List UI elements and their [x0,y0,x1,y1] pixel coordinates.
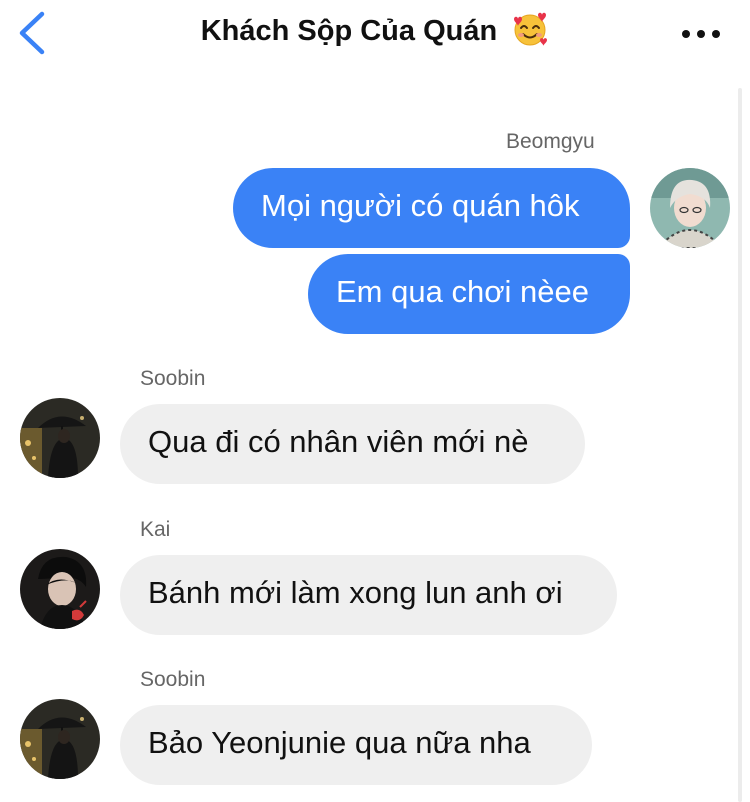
chat-title: Khách Sộp Của Quán [200,15,498,47]
sender-name: Kai [140,518,171,541]
more-dot [682,30,690,38]
avatar-beomgyu[interactable] [650,168,730,248]
more-dot [712,30,720,38]
chat-header: Khách Sộp Của Quán [0,0,750,76]
scrollbar[interactable] [738,88,742,802]
beomgyu-avatar [650,168,730,248]
message-bubble[interactable]: Mọi người có quán hôk [233,168,630,248]
avatar-soobin[interactable] [20,398,100,478]
message-bubble[interactable]: Bánh mới làm xong lun anh ơi [120,555,617,635]
message-bubble[interactable]: Em qua chơi nèee [308,254,630,334]
kai-avatar [20,549,100,629]
chat-title-row[interactable]: Khách Sộp Của Quán [0,13,750,48]
soobin-avatar [20,398,100,478]
avatar-kai[interactable] [20,549,100,629]
sender-name: Soobin [140,367,206,390]
more-button[interactable] [680,24,722,44]
message-bubble[interactable]: Bảo Yeonjunie qua nữa nha [120,705,592,785]
avatar-soobin[interactable] [20,699,100,779]
smiling-face-with-hearts-icon [514,13,548,47]
sender-name: Beomgyu [506,130,595,153]
more-dot [697,30,705,38]
sender-name: Soobin [140,668,206,691]
soobin-avatar [20,699,100,779]
message-bubble[interactable]: Qua đi có nhân viên mới nè [120,404,585,484]
